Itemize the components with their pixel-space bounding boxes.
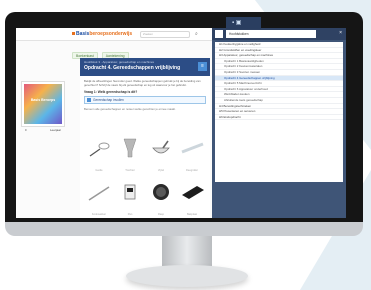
funnel-icon [123, 138, 137, 158]
tab-bar: Boekenkast Aantekening [72, 44, 133, 59]
window-controls-icon[interactable]: ▪ ▣ [232, 19, 241, 26]
book-page-label[interactable]: Leerjaar [50, 128, 61, 134]
intro-text: Bekijk de afbeeldingen hieronder goed. W… [84, 79, 201, 87]
chapter-list: H1 Keukenhygiëne en veiligheid H2 Grondst… [215, 42, 343, 182]
chapter-select[interactable]: Hoofdstukken [226, 30, 316, 38]
pan-icon [153, 184, 169, 200]
page-title: Opdracht 4. Gereedschappen vrijblijving [84, 65, 181, 71]
search-icon[interactable]: ⌕ [195, 31, 198, 37]
chapter-content: Hoofdstuk 3 · Apparatuur, gereedschap en… [80, 58, 210, 218]
chapter-navigation-panel: Hoofdstukken × H1 Keukenhygiëne en veili… [212, 28, 346, 218]
tool-label: Rasp [157, 213, 165, 216]
reader-panel: Basisberoepsonderwijs Zoeken ⌕ Boekenkas… [16, 28, 212, 218]
tool-label: Garde [95, 169, 103, 172]
whisk-icon [89, 142, 110, 157]
followup-text: Benoem alle gereedschappen en noteer wel… [84, 107, 176, 111]
tool-card[interactable]: Rasp [148, 178, 174, 216]
tool-label: Kookwekker [91, 213, 107, 216]
tool-card[interactable]: Pan [117, 178, 143, 216]
tool-card[interactable]: Kookwekker [86, 178, 112, 216]
book-cover-title: Basis Beroeps [30, 98, 56, 102]
logo-text: Basis [76, 31, 90, 37]
tool-label: Trechter [125, 169, 135, 172]
chapter-list-item[interactable]: H6 Eindopdracht [215, 115, 343, 121]
search-input[interactable]: Zoeken [140, 31, 190, 38]
chapter-menu-button[interactable]: ≡ [198, 62, 207, 71]
monitor-stand-base [126, 265, 248, 287]
toc-icon[interactable]: ≡ [25, 128, 27, 134]
monitor-screen: Basisberoepsonderwijs Zoeken ⌕ Boekenkas… [16, 28, 346, 218]
tool-card[interactable]: Vijzel [148, 134, 174, 172]
tool-card[interactable]: Trechter [117, 134, 143, 172]
navigation-header: Hoofdstukken × [212, 28, 346, 40]
tool-card[interactable]: Deegroller [179, 134, 205, 172]
tool-card[interactable]: Bakplaat [179, 178, 205, 216]
book-cover-bar: ≡ Leerjaar [22, 128, 64, 134]
mortar-icon [152, 140, 170, 154]
tool-card[interactable]: Garde [86, 134, 112, 172]
timer-icon [124, 184, 136, 200]
tool-image-grid: Garde Trechter Vijzel Deegroller Kookwek… [86, 134, 206, 218]
baking-tray-icon [182, 186, 204, 199]
tool-label: Bakplaat [186, 213, 198, 216]
close-icon[interactable]: × [339, 30, 342, 36]
rolling-pin-icon [181, 142, 204, 154]
app-icon [215, 30, 223, 38]
breadcrumb[interactable]: Hoofdstuk 3 · Apparatuur, gereedschap en… [84, 60, 206, 64]
logo-mark-icon [72, 32, 75, 35]
question-heading: Vraag 1: Welk gereedschap is dit? [84, 90, 138, 94]
site-logo[interactable]: Basisberoepsonderwijs [72, 31, 132, 37]
top-bar: Basisberoepsonderwijs Zoeken ⌕ [16, 28, 212, 41]
tool-label: Deegroller [186, 169, 198, 172]
logo-text-accent: beroepsonderwijs [89, 31, 133, 37]
knife-icon [88, 186, 110, 201]
monitor-stand-neck [162, 236, 212, 266]
answer-field[interactable]: Gereedschap invullen [84, 96, 206, 104]
chapter-header: Hoofdstuk 3 · Apparatuur, gereedschap en… [80, 58, 210, 76]
monitor-chin [5, 222, 363, 236]
tool-label: Pan [127, 213, 133, 216]
book-cover[interactable] [22, 82, 64, 126]
tool-label: Vijzel [157, 169, 165, 172]
